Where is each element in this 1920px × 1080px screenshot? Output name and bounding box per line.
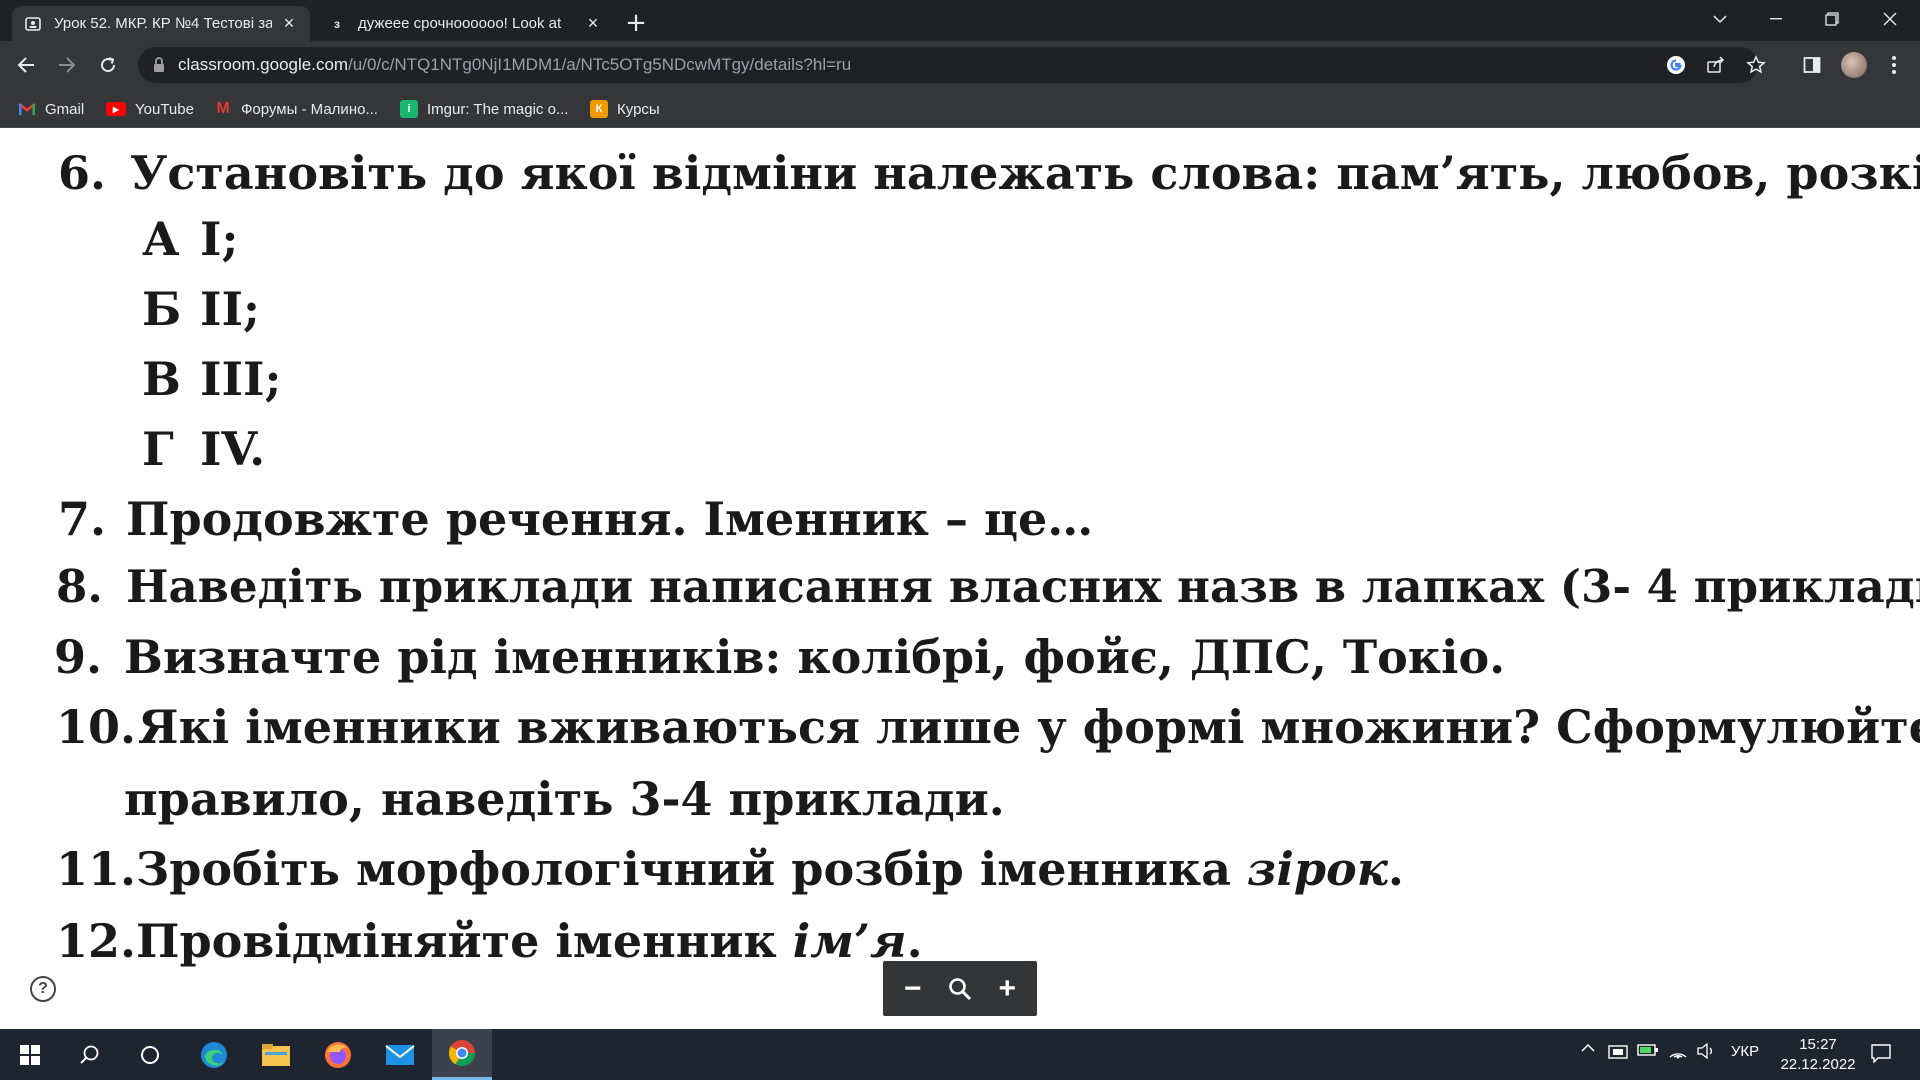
bookmark-youtube[interactable]: ▶ YouTube (106, 98, 194, 120)
option-v: В ІІІ; (142, 352, 282, 406)
share-icon[interactable] (1704, 53, 1728, 77)
bookmarks-bar: Gmail ▶ YouTube M Форумы - Малино... i I… (0, 89, 1920, 128)
address-bar[interactable]: classroom.google.com/u/0/c/NTQ1NTg0NjI1M… (138, 47, 1766, 83)
profile-avatar[interactable] (1838, 49, 1870, 81)
gmail-icon (18, 100, 36, 118)
new-tab-button[interactable]: + (620, 7, 652, 39)
magnifier-icon (949, 977, 972, 1000)
question-6: 6. Установіть до якої відміни належать сл… (58, 146, 1920, 200)
option-a: А І; (142, 212, 239, 266)
classroom-icon (24, 15, 42, 33)
option-b: Б ІІ; (142, 282, 261, 336)
bookmark-gmail[interactable]: Gmail (18, 98, 84, 120)
notifications-icon[interactable] (1866, 1043, 1896, 1063)
question-10-continuation: правило, наведіть 3-4 приклади. (124, 772, 1005, 826)
side-panel-icon[interactable] (1796, 49, 1828, 81)
avatar (1841, 52, 1867, 78)
clock-time: 15:27 (1799, 1036, 1837, 1053)
tab-strip: Урок 52. МКР. КР №4 Тестові за × з дужее… (0, 0, 1920, 41)
imgur-icon: i (400, 100, 418, 118)
close-tab-icon[interactable]: × (280, 13, 298, 33)
bookmark-kursy[interactable]: К Курсы (590, 98, 660, 120)
tab-znanija[interactable]: з дужеее срочноооооо! Look at × (316, 6, 614, 41)
znanija-icon: з (334, 16, 340, 31)
zoom-reset-button[interactable] (940, 969, 980, 1009)
url-text[interactable]: classroom.google.com/u/0/c/NTQ1NTg0NjI1M… (178, 55, 851, 75)
question-9: 9. Визначте рід іменників: колібрі, фойє,… (54, 630, 1506, 684)
tray-chevron-up-icon[interactable] (1578, 1043, 1598, 1053)
cortana-icon[interactable] (120, 1029, 180, 1080)
document-viewer[interactable]: 6. Установіть до якої відміни належать сл… (0, 128, 1920, 1029)
browser-toolbar: classroom.google.com/u/0/c/NTQ1NTg0NjI1M… (0, 41, 1920, 89)
zoom-controls: − + (883, 961, 1037, 1016)
language-indicator[interactable]: УКР (1724, 1043, 1766, 1060)
google-icon[interactable] (1664, 53, 1688, 77)
close-tab-icon[interactable]: × (584, 13, 602, 33)
firefox-icon[interactable] (308, 1029, 368, 1080)
zoom-in-button[interactable]: + (987, 969, 1027, 1009)
tab-title: дужеее срочноооооо! Look at (358, 15, 562, 32)
tab-classroom[interactable]: Урок 52. МКР. КР №4 Тестові за × (12, 6, 310, 41)
bookmark-star-icon[interactable] (1744, 53, 1768, 77)
file-explorer-icon[interactable] (246, 1029, 306, 1080)
volume-icon[interactable] (1694, 1043, 1718, 1059)
question-11: 11.Зробіть морфологічний розбір іменника… (56, 842, 1404, 896)
wifi-icon[interactable] (1666, 1043, 1690, 1059)
reload-icon[interactable] (92, 49, 124, 81)
search-icon[interactable] (60, 1029, 120, 1080)
question-10: 10.Які іменники вживаються лише у формі … (56, 700, 1920, 754)
malina-icon: M (216, 100, 230, 117)
edge-icon[interactable] (184, 1029, 244, 1080)
option-g: Г ІV. (142, 422, 266, 476)
help-icon[interactable]: ? (30, 976, 56, 1002)
minimize-icon[interactable] (1748, 0, 1804, 38)
forward-arrow-icon[interactable] (51, 49, 83, 81)
bookmark-imgur[interactable]: i Imgur: The magic o... (400, 98, 568, 120)
mail-icon[interactable] (370, 1029, 430, 1080)
zoom-out-button[interactable]: − (893, 969, 933, 1009)
restore-icon[interactable] (1804, 0, 1860, 38)
tab-search-chevron-icon[interactable] (1692, 0, 1748, 38)
windows-start-icon[interactable] (0, 1029, 60, 1080)
chrome-menu-icon[interactable] (1878, 49, 1910, 81)
youtube-icon: ▶ (106, 102, 126, 116)
battery-icon[interactable] (1636, 1043, 1660, 1057)
question-12: 12.Провідміняйте іменник ім’я. (56, 914, 923, 968)
kursy-icon: К (590, 100, 608, 118)
bookmark-malina-forum[interactable]: M Форумы - Малино... (214, 98, 378, 120)
system-clock[interactable]: 15:27 22.12.2022 (1770, 1035, 1866, 1075)
device-icon[interactable] (1606, 1043, 1630, 1061)
question-8: 8. Наведіть приклади написання власних на… (56, 560, 1920, 613)
back-arrow-icon[interactable] (10, 49, 42, 81)
close-window-icon[interactable] (1862, 0, 1918, 38)
question-7: 7. Продовжте речення. Іменник – це… (58, 492, 1094, 546)
windows-taskbar: УКР 15:27 22.12.2022 (0, 1029, 1920, 1080)
clock-date: 22.12.2022 (1780, 1056, 1856, 1073)
tab-title: Урок 52. МКР. КР №4 Тестові за (54, 15, 272, 32)
chrome-taskbar-icon[interactable] (432, 1029, 492, 1080)
lock-icon[interactable] (152, 56, 170, 74)
